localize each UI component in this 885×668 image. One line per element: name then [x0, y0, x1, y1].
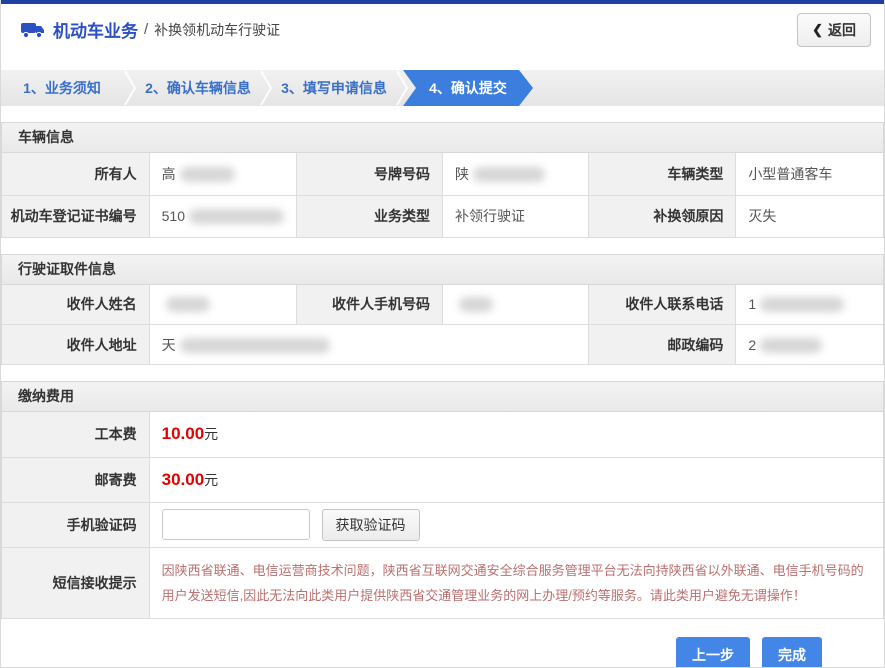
redacted-text [165, 297, 210, 313]
sms-tip-label: 短信接收提示 [2, 547, 150, 620]
sms-captcha-cell: 获取验证码 [149, 502, 883, 548]
recipient-name-label: 收件人姓名 [2, 284, 150, 325]
recipient-address-value: 天 [149, 324, 590, 365]
plate-number-label: 号牌号码 [296, 153, 443, 196]
recipient-phone-value: 1 [735, 284, 883, 325]
step-1-tab[interactable]: 1、业务须知 [1, 70, 123, 106]
pickup-info-section: 行驶证取件信息 收件人姓名 收件人手机号码 收件人联系电话 1 收件人地址 天 … [1, 253, 884, 365]
plate-number-value: 陕 [442, 153, 590, 196]
step-3-tab[interactable]: 3、填写申请信息 [273, 70, 395, 106]
business-type-label: 业务类型 [296, 195, 443, 238]
redacted-text [188, 209, 284, 224]
step-separator-icon [123, 70, 137, 106]
vehicle-type-value: 小型普通客车 [735, 153, 883, 196]
sms-tip-cell: 因陕西省联通、电信运营商技术问题，陕西省互联网交通安全综合服务管理平台无法向持陕… [149, 547, 883, 620]
registration-cert-no-label: 机动车登记证书编号 [2, 195, 150, 238]
postcode-value: 2 [735, 324, 883, 365]
previous-step-button[interactable]: 上一步 [676, 637, 750, 667]
step-2-tab[interactable]: 2、确认车辆信息 [137, 70, 259, 106]
recipient-mobile-label: 收件人手机号码 [296, 284, 443, 325]
redacted-text [179, 166, 235, 182]
page: 机动车业务 / 补换领机动车行驶证 ❮ 返回 1、业务须知 2、确认车辆信息 3… [0, 0, 885, 668]
sms-captcha-input[interactable] [161, 509, 310, 540]
truck-icon [21, 22, 44, 38]
page-subtitle: 补换领机动车行驶证 [154, 21, 281, 38]
get-captcha-button[interactable]: 获取验证码 [321, 508, 420, 541]
replace-reason-value: 灭失 [735, 195, 883, 238]
recipient-name-value [149, 284, 297, 325]
price-amount: 30.00 [161, 469, 205, 489]
table-row: 短信接收提示 因陕西省联通、电信运营商技术问题，陕西省互联网交通安全综合服务管理… [2, 547, 883, 620]
page-title: 机动车业务 [53, 22, 138, 41]
breadcrumb-separator: / [144, 21, 149, 38]
production-cost-value: 10.00元 [149, 412, 883, 458]
postcode-label: 邮政编码 [588, 324, 737, 365]
redacted-text [472, 166, 545, 182]
replace-reason-label: 补换领原因 [588, 195, 737, 238]
chevron-left-icon: ❮ [812, 21, 823, 37]
price-unit: 元 [204, 426, 219, 443]
postage-fee-value: 30.00元 [149, 457, 883, 503]
recipient-mobile-value [442, 284, 590, 325]
breadcrumb: 机动车业务 / 补换领机动车行驶证 [21, 17, 280, 42]
payment-table: 工本费 10.00元 邮寄费 30.00元 手机验证码 获取验证码 短信接收提示… [2, 412, 883, 620]
pickup-info-title: 行驶证取件信息 [2, 254, 883, 285]
sms-tip-text: 因陕西省联通、电信运营商技术问题，陕西省互联网交通安全综合服务管理平台无法向持陕… [161, 562, 864, 603]
price-unit: 元 [204, 471, 219, 488]
table-row: 收件人姓名 收件人手机号码 收件人联系电话 1 [2, 284, 883, 325]
vehicle-info-section: 车辆信息 所有人 高 号牌号码 陕 车辆类型 小型普通客车 机动车登记证书编号 … [1, 122, 884, 238]
table-row: 邮寄费 30.00元 [2, 457, 883, 503]
owner-value: 高 [149, 153, 297, 196]
redacted-text [760, 297, 845, 313]
back-button[interactable]: ❮ 返回 [797, 12, 871, 47]
payment-title: 缴纳费用 [2, 382, 883, 412]
redacted-text [760, 337, 823, 353]
back-button-label: 返回 [828, 21, 856, 38]
sms-captcha-label: 手机验证码 [2, 502, 150, 548]
vehicle-type-label: 车辆类型 [588, 153, 737, 196]
postage-fee-label: 邮寄费 [2, 457, 150, 503]
pickup-info-table: 收件人姓名 收件人手机号码 收件人联系电话 1 收件人地址 天 邮政编码 2 [2, 284, 883, 365]
payment-section: 缴纳费用 工本费 10.00元 邮寄费 30.00元 手机验证码 获取验证码 短… [1, 381, 884, 620]
step-separator-icon [395, 70, 409, 106]
production-cost-label: 工本费 [2, 412, 150, 458]
redacted-text [458, 297, 493, 313]
business-type-value: 补领行驶证 [442, 195, 590, 238]
table-row: 所有人 高 号牌号码 陕 车辆类型 小型普通客车 [2, 153, 883, 196]
page-header: 机动车业务 / 补换领机动车行驶证 ❮ 返回 [1, 4, 884, 55]
step-separator-icon [259, 70, 273, 106]
price-amount: 10.00 [161, 424, 205, 444]
footer-actions: 上一步 完成 [1, 619, 884, 667]
step-progress-bar: 1、业务须知 2、确认车辆信息 3、填写申请信息 4、确认提交 [1, 70, 884, 106]
recipient-phone-label: 收件人联系电话 [588, 284, 737, 325]
vehicle-info-table: 所有人 高 号牌号码 陕 车辆类型 小型普通客车 机动车登记证书编号 510 业… [2, 153, 883, 238]
table-row: 收件人地址 天 邮政编码 2 [2, 324, 883, 365]
finish-button[interactable]: 完成 [762, 637, 822, 667]
step-4-tab-active[interactable]: 4、确认提交 [403, 70, 533, 106]
table-row: 手机验证码 获取验证码 [2, 502, 883, 548]
recipient-address-label: 收件人地址 [2, 324, 150, 365]
vehicle-info-title: 车辆信息 [2, 123, 883, 153]
table-row: 工本费 10.00元 [2, 412, 883, 458]
registration-cert-no-value: 510 [149, 195, 297, 238]
owner-label: 所有人 [2, 153, 150, 196]
table-row: 机动车登记证书编号 510 业务类型 补领行驶证 补换领原因 灭失 [2, 195, 883, 238]
redacted-text [179, 337, 330, 353]
